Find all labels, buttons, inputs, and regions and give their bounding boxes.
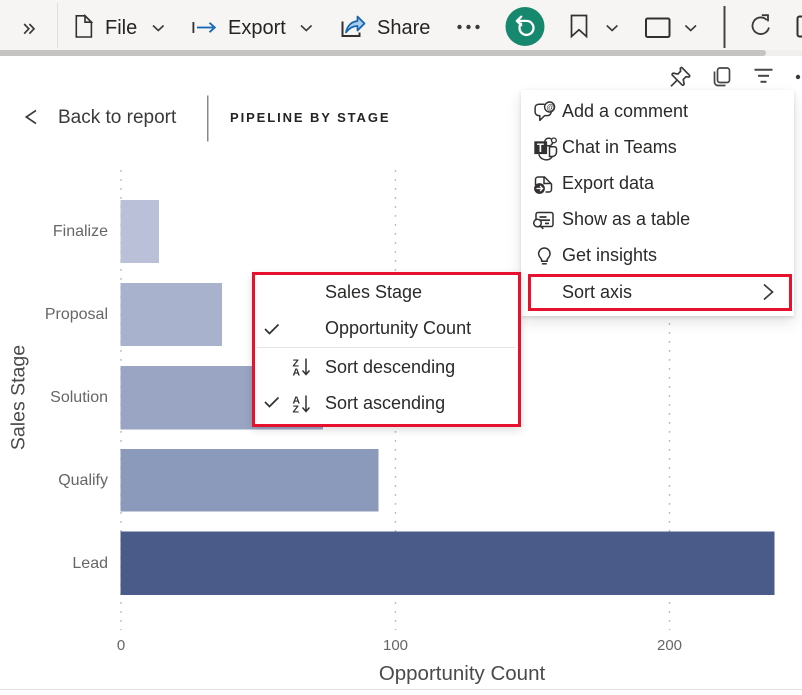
svg-text:Z: Z (293, 403, 300, 415)
svg-text:T: T (537, 143, 544, 155)
svg-text:@: @ (547, 102, 555, 111)
svg-text:A: A (293, 366, 301, 378)
